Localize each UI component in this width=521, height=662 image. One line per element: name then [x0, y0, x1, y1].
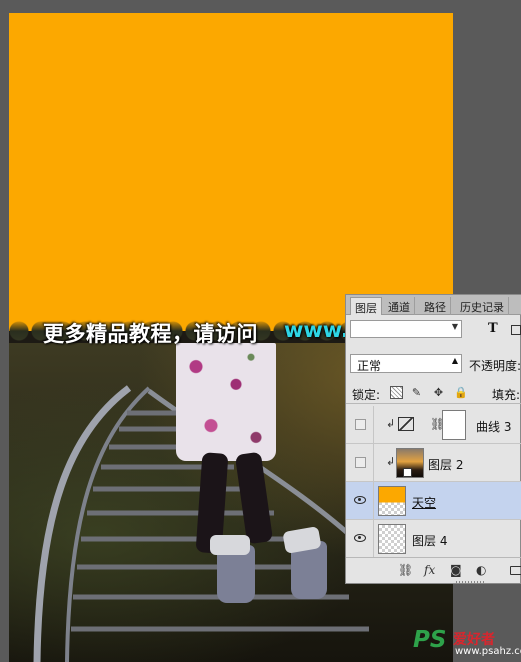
lock-paint-icon[interactable]: ✎ — [410, 386, 423, 399]
layer-row-sky[interactable]: 天空 — [346, 482, 521, 520]
panel-bottom-bar: ⛓ fx ◙ ◐ — [346, 557, 521, 583]
layer-name: 图层 4 — [412, 534, 448, 548]
visibility-toggle[interactable] — [346, 406, 374, 444]
opacity-label: 不透明度: — [469, 359, 521, 373]
girl-dress — [176, 343, 276, 461]
type-filter-icon[interactable]: T — [488, 321, 498, 336]
watermark-chinese-text: 更多精品教程，请访问 — [43, 322, 258, 346]
layer-name: 曲线 3 — [476, 420, 512, 434]
stepper-arrows-icon: ▲ — [451, 356, 458, 365]
shape-filter-icon[interactable] — [511, 325, 521, 335]
layer-row-layer-2[interactable]: ↲ 图层 2 — [346, 444, 521, 482]
clipping-arrow-icon: ↲ — [386, 455, 396, 468]
lock-pixels-icon[interactable] — [390, 386, 403, 399]
sky-fill-area — [9, 13, 453, 331]
blend-mode-value: 正常 — [357, 359, 382, 373]
layers-panel: 图层 通道 路径 历史记录 ▼ T 正常 ▲ 不透明度: 锁定: ✎ ✥ 🔒 填… — [345, 294, 521, 584]
layer-row-curves-3[interactable]: ↲ ⛓ 曲线 3 — [346, 406, 521, 444]
folder-icon[interactable] — [510, 566, 521, 575]
filter-kind-select[interactable]: ▼ — [350, 320, 462, 338]
layer-row-layer-4[interactable]: 图层 4 — [346, 520, 521, 558]
blend-row: 正常 ▲ 不透明度: — [346, 350, 521, 373]
layer-name: 图层 2 — [428, 458, 464, 472]
lock-move-icon[interactable]: ✥ — [432, 386, 445, 399]
tab-layers[interactable]: 图层 — [350, 297, 382, 315]
visibility-off-box — [355, 457, 366, 468]
lock-row: 锁定: ✎ ✥ 🔒 填充: — [346, 380, 521, 404]
tab-paths[interactable]: 路径 — [420, 297, 451, 315]
eye-icon — [354, 534, 366, 542]
panel-tab-bar: 图层 通道 路径 历史记录 — [346, 295, 521, 315]
tab-channels[interactable]: 通道 — [384, 297, 415, 315]
lock-label: 锁定: — [352, 388, 381, 402]
lock-all-icon[interactable]: 🔒 — [454, 386, 468, 399]
smart-object-icon — [403, 468, 412, 477]
panel-resize-grip[interactable] — [456, 581, 486, 584]
girl-left-boot-cuff — [210, 535, 250, 555]
visibility-toggle[interactable] — [346, 520, 374, 558]
link-icon[interactable]: ⛓ — [398, 563, 413, 577]
visibility-toggle[interactable] — [346, 444, 374, 482]
layer-name: 天空 — [412, 496, 437, 510]
fill-label: 填充: — [492, 388, 521, 402]
layer-thumbnail[interactable] — [378, 486, 406, 516]
logo-ps-text: PS — [413, 627, 447, 653]
logo-url: www.psahz.com — [455, 646, 521, 657]
adjustment-icon[interactable]: ◐ — [476, 563, 486, 577]
layer-mask-thumbnail[interactable] — [442, 410, 466, 440]
visibility-off-box — [355, 419, 366, 430]
eye-icon — [354, 496, 366, 504]
visibility-toggle[interactable] — [346, 482, 374, 520]
tab-history[interactable]: 历史记录 — [456, 297, 509, 315]
filter-row: ▼ T — [346, 318, 521, 340]
mask-icon[interactable]: ◙ — [450, 563, 462, 577]
blend-mode-select[interactable]: 正常 ▲ — [350, 354, 462, 373]
curves-adjustment-icon — [398, 417, 414, 431]
chevron-down-icon: ▼ — [451, 322, 458, 331]
layer-thumbnail[interactable] — [378, 524, 406, 554]
clipping-arrow-icon: ↲ — [386, 417, 396, 430]
sky-thumbnail-fill — [379, 487, 405, 515]
fx-icon[interactable]: fx — [424, 563, 435, 577]
